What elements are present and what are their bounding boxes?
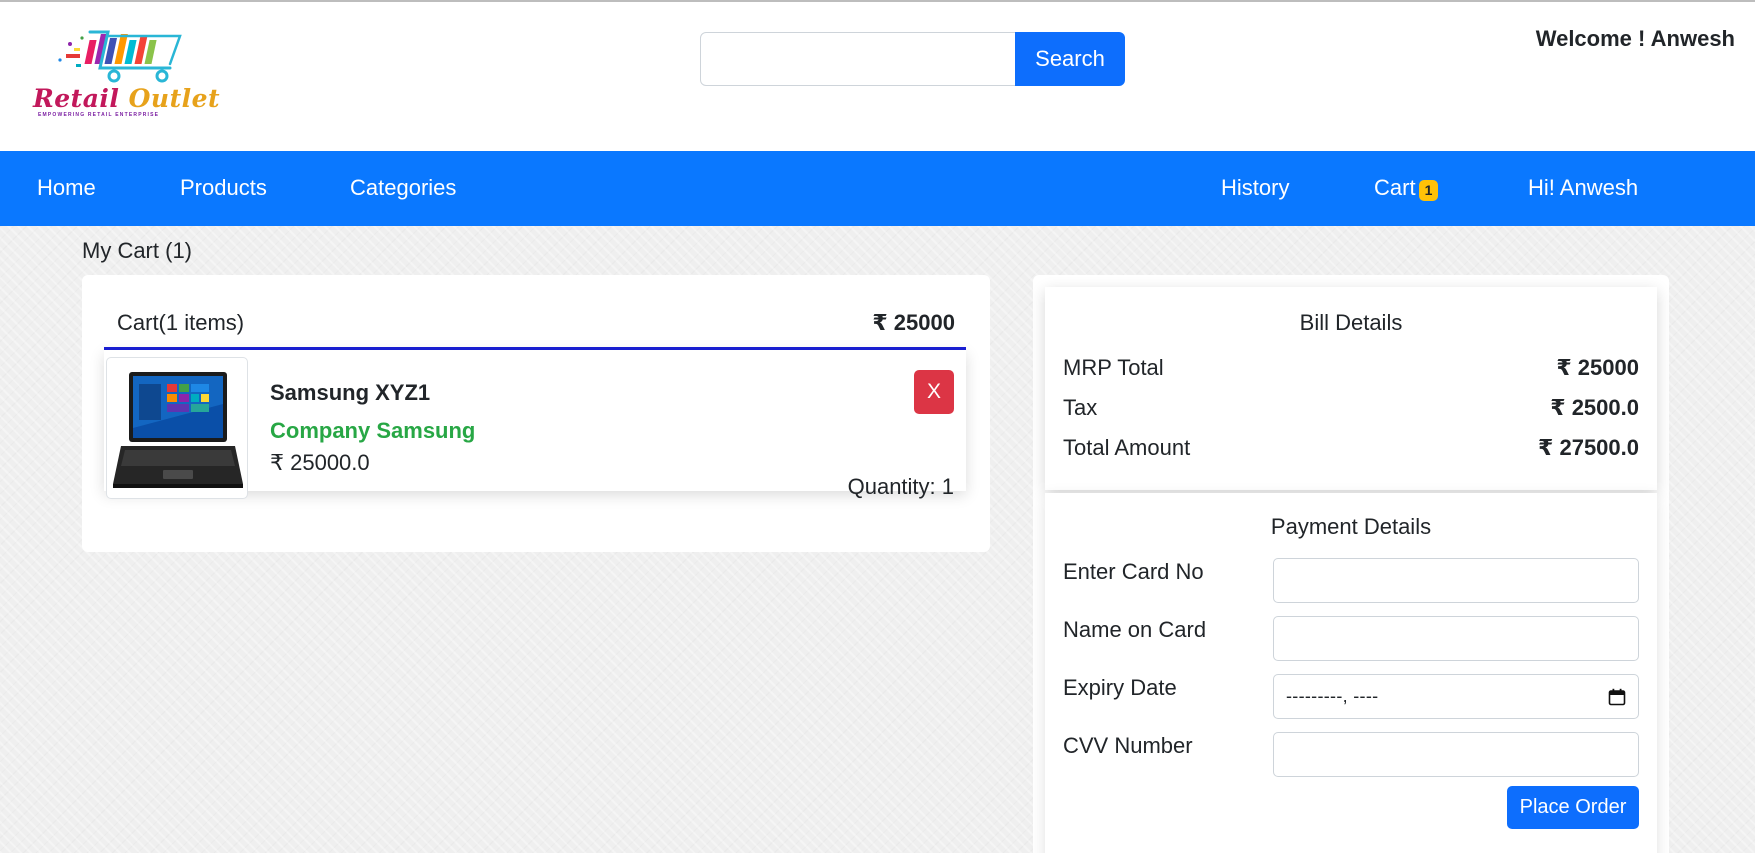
cart-panel: Cart(1 items) ₹ 25000 Samsung XYZ1 Compa… xyxy=(82,275,990,552)
bill-row-label: MRP Total xyxy=(1063,355,1164,380)
bill-row-value: ₹ 25000 xyxy=(1556,355,1639,380)
payment-details-title: Payment Details xyxy=(1270,514,1432,539)
card-number-field[interactable] xyxy=(1273,558,1639,603)
nav-categories[interactable]: Categories xyxy=(350,175,456,201)
remove-item-button[interactable]: X xyxy=(914,370,954,414)
bill-details-title: Bill Details xyxy=(1299,310,1403,335)
welcome-text: Welcome ! Anwesh xyxy=(1535,26,1735,51)
logo-wordmark: Retail Outlet xyxy=(33,84,221,113)
expiry-date-value: ---------, ---- xyxy=(1286,686,1379,706)
nav-cart[interactable]: Cart 1 xyxy=(1374,175,1439,201)
payment-details-card: Payment Details Enter Card No Name on Ca… xyxy=(1045,493,1657,853)
bill-row-value: ₹ 27500.0 xyxy=(1538,435,1639,460)
search-input[interactable] xyxy=(700,32,1016,86)
cvv-label: CVV Number xyxy=(1063,733,1193,758)
laptop-icon xyxy=(113,372,243,488)
nav-products[interactable]: Products xyxy=(180,175,267,201)
nav-history[interactable]: History xyxy=(1221,175,1289,201)
cart-count-badge: 1 xyxy=(1418,180,1439,201)
checkout-panel: Bill Details MRP Total ₹ 25000 Tax ₹ 250… xyxy=(1033,275,1669,853)
nav-home[interactable]: Home xyxy=(37,175,96,201)
page-title: My Cart (1) xyxy=(82,238,192,263)
card-number-label: Enter Card No xyxy=(1063,559,1204,584)
cart-header-total: ₹ 25000 xyxy=(872,310,955,335)
product-thumbnail[interactable] xyxy=(106,357,248,499)
name-on-card-label: Name on Card xyxy=(1063,617,1207,642)
product-company: Company Samsung xyxy=(270,418,476,443)
bill-details-card: Bill Details MRP Total ₹ 25000 Tax ₹ 250… xyxy=(1045,287,1657,490)
calendar-icon[interactable] xyxy=(1608,688,1626,706)
bill-row-label: Total Amount xyxy=(1063,435,1191,460)
place-order-button[interactable]: Place Order xyxy=(1507,786,1639,829)
retail-outlet-logo[interactable]: Retail Outlet EMPOWERING RETAIL ENTERPRI… xyxy=(30,24,221,124)
expiry-date-field[interactable]: ---------, ---- xyxy=(1273,674,1639,719)
expiry-date-label: Expiry Date xyxy=(1063,675,1177,700)
site-header: Retail Outlet EMPOWERING RETAIL ENTERPRI… xyxy=(0,2,1755,151)
cart-header-label: Cart(1 items) xyxy=(117,310,245,335)
bill-row-value: ₹ 2500.0 xyxy=(1550,395,1639,420)
cvv-field[interactable] xyxy=(1273,732,1639,777)
nav-user-menu[interactable]: Hi! Anwesh xyxy=(1528,175,1638,201)
product-quantity: Quantity: 1 xyxy=(847,474,954,499)
bill-row-label: Tax xyxy=(1063,395,1098,420)
cart-item: Samsung XYZ1 Company Samsung ₹ 25000.0 X… xyxy=(104,350,966,499)
search-button[interactable]: Search xyxy=(1015,32,1125,86)
product-price: ₹ 25000.0 xyxy=(270,450,370,475)
name-on-card-field[interactable] xyxy=(1273,616,1639,661)
main-navbar: Home Products Categories History Cart 1 H… xyxy=(0,151,1755,226)
product-name[interactable]: Samsung XYZ1 xyxy=(270,380,430,406)
nav-cart-label: Cart xyxy=(1374,175,1416,200)
logo-tagline: EMPOWERING RETAIL ENTERPRISE xyxy=(38,112,160,118)
